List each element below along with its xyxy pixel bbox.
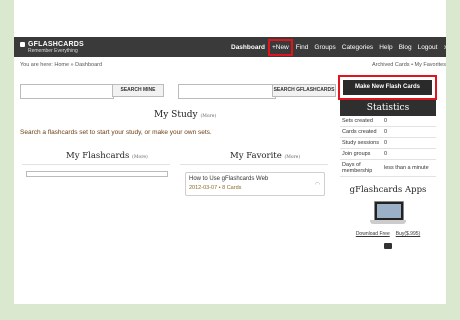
nav-logout[interactable]: Logout: [415, 44, 441, 51]
nav-new[interactable]: +New: [267, 38, 293, 56]
page: GFLASHCARDS Remember Everything Dashboar…: [14, 0, 446, 304]
top-navigation-bar: GFLASHCARDS Remember Everything Dashboar…: [14, 37, 446, 57]
my-favorite-more-link[interactable]: (More): [284, 155, 300, 160]
phone-icon: [384, 243, 392, 249]
breadcrumb: You are here: Home » Dashboard: [20, 62, 103, 68]
search-gflashcards-button[interactable]: SEARCH GFLASHCARDS: [272, 84, 336, 97]
search-mine-button[interactable]: SEARCH MINE: [112, 84, 164, 97]
divider: [22, 164, 170, 165]
stats-row: Cards created 0: [340, 126, 436, 138]
nav-dashboard[interactable]: Dashboard: [228, 44, 268, 51]
my-favorite-title: My Favorite (More): [230, 151, 301, 161]
apps-title: gFlashcards Apps: [349, 185, 427, 195]
download-free-link[interactable]: Download Free: [356, 231, 390, 237]
gflashcards-logo[interactable]: GFLASHCARDS Remember Everything: [20, 41, 92, 54]
nav-find[interactable]: Find: [293, 44, 312, 51]
my-study-subtitle: Search a flashcards set to start your st…: [20, 129, 212, 136]
my-study-more-link[interactable]: (More): [200, 114, 216, 119]
laptop-icon: [370, 201, 406, 227]
stats-row: Sets created 0: [340, 116, 436, 127]
statistics-title: Statistics: [340, 100, 436, 116]
settings-icon[interactable]: ✲: [440, 43, 446, 52]
loading-icon: ◠: [314, 182, 320, 188]
archived-favorites-links[interactable]: Archived Cards • My Favorites: [372, 62, 446, 68]
nav-help[interactable]: Help: [376, 44, 395, 51]
logo-icon: [20, 42, 25, 47]
app-links: Download Free Buy($.995): [340, 231, 436, 237]
my-flashcards-list: [26, 171, 168, 177]
search-mine-input[interactable]: [20, 84, 114, 99]
my-flashcards-title: My Flashcards (More): [66, 151, 148, 161]
favorite-card-title[interactable]: How to Use gFlashcards Web: [189, 176, 268, 182]
main-nav: Dashboard +New Find Groups Categories He…: [228, 37, 446, 57]
divider: [180, 164, 328, 165]
my-study-title: My Study (More): [154, 110, 217, 120]
stats-row: Study sessions 0: [340, 137, 436, 149]
stats-row: Days of membership less than a minute: [340, 159, 436, 177]
nav-groups[interactable]: Groups: [311, 44, 338, 51]
buy-app-link[interactable]: Buy($.995): [396, 231, 420, 237]
make-button-highlight: Make New Flash Cards: [338, 75, 437, 100]
statistics-table: Sets created 0 Cards created 0 Study sessi…: [340, 116, 436, 177]
nav-categories[interactable]: Categories: [339, 44, 376, 51]
make-new-flashcards-button[interactable]: Make New Flash Cards: [343, 80, 432, 95]
stats-row: Join groups 0: [340, 148, 436, 160]
my-flashcards-more-link[interactable]: (More): [132, 155, 148, 160]
nav-blog[interactable]: Blog: [396, 44, 415, 51]
sidebar: Statistics Sets created 0 Cards created 0 …: [340, 100, 436, 249]
favorite-card-meta: 2012-03-07 • 8 Cards: [189, 185, 242, 191]
favorite-card[interactable]: How to Use gFlashcards Web 2012-03-07 • …: [185, 172, 325, 196]
search-gflashcards-input[interactable]: [178, 84, 276, 99]
